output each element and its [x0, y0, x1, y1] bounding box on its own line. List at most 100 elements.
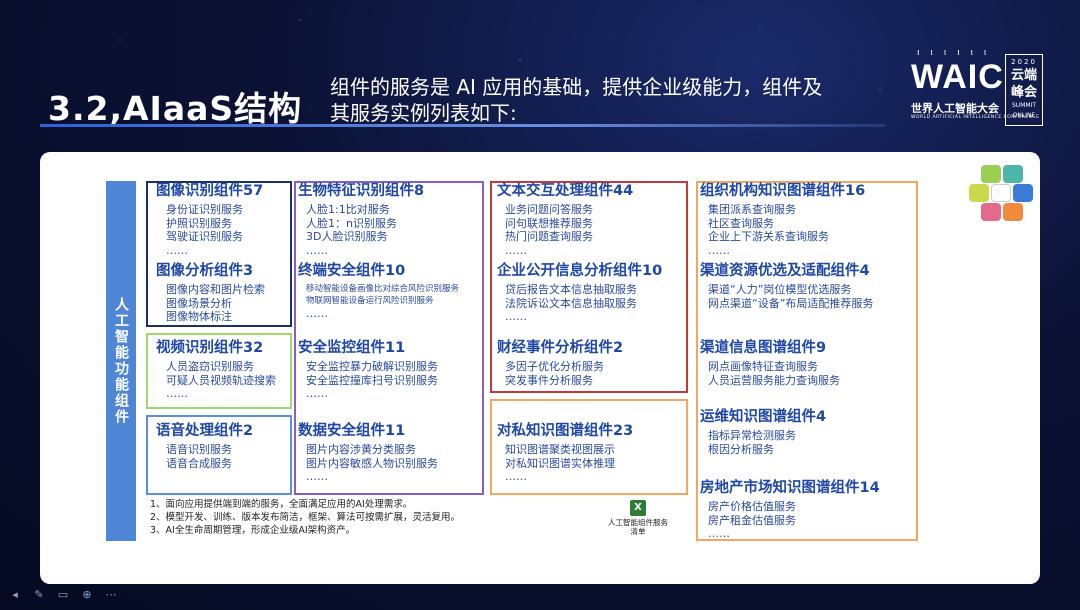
service-item: 身份证识别服务	[166, 203, 243, 216]
hexagon-icon	[1003, 165, 1023, 183]
service-item: 人脸1:1比对服务	[306, 203, 390, 216]
logo-feng: 峰会	[1010, 85, 1037, 100]
zoom-icon[interactable]: ⊕	[80, 588, 94, 602]
component-group: 运维知识图谱组件4 指标异常检测服务 根因分析服务	[700, 408, 826, 456]
hexagon-icon	[1003, 203, 1023, 221]
service-item: 法院诉讼文本信息抽取服务	[505, 296, 637, 310]
component-title: 视频识别组件32	[156, 340, 264, 356]
service-item: 根因分析服务	[708, 442, 774, 456]
service-item: 图片内容敏感人物识别服务	[306, 456, 438, 470]
component-group: 渠道资源优选及适配组件4 渠道“人力”岗位模型优选服务 网点渠道“设备”布局适配…	[700, 262, 873, 310]
component-title: 语音处理组件2	[156, 423, 254, 439]
service-item: 渠道“人力”岗位模型优选服务	[708, 283, 852, 296]
note-item: 1、面向应用提供端到端的服务，全面满足应用的AI处理需求。	[150, 499, 413, 510]
logo-online: ONLINE	[1012, 112, 1036, 119]
logo-waic-text: WAIC	[911, 58, 1004, 96]
service-item: 网点画像特征查询服务	[708, 360, 818, 373]
component-title: 运维知识图谱组件4	[700, 409, 827, 425]
logo-year: 2020	[1011, 58, 1037, 66]
component-group: 文本交互处理组件44 业务问题问答服务 问句联想推荐服务 热门问题查询服务 ……	[497, 182, 633, 257]
service-item: 人员盗窃识别服务	[166, 360, 254, 373]
service-item: 房产价格估值服务	[708, 500, 796, 513]
file-label-line-2: 清单	[630, 527, 646, 536]
embedded-file[interactable]: X 人工智能组件服务 清单	[598, 500, 678, 536]
more-icon[interactable]: ⋯	[104, 588, 118, 602]
service-item: 指标异常检测服务	[708, 429, 796, 442]
service-item: 业务问题问答服务	[505, 203, 593, 216]
service-item: ……	[708, 527, 730, 540]
presentation-toolbar: ◂ ✎ ▭ ⊕ ⋯	[8, 588, 118, 606]
pages-icon[interactable]: ▭	[56, 588, 70, 602]
service-item: 对私知识图谱实体推理	[505, 456, 615, 470]
service-item: 企业上下游关系查询服务	[708, 230, 829, 243]
hexagon-cluster-icon	[955, 163, 1035, 225]
service-item: ……	[306, 387, 328, 400]
service-item: 驾驶证识别服务	[166, 230, 243, 243]
pen-icon[interactable]: ✎	[32, 588, 46, 602]
logo-name-zh: 世界人工智能大会	[911, 102, 999, 115]
hexagon-icon	[981, 165, 1001, 183]
service-item: ……	[306, 307, 328, 320]
service-item: 人员运营服务能力查询服务	[708, 373, 840, 387]
service-item: 网点渠道“设备”布局适配推荐服务	[708, 296, 874, 310]
service-item: 热门问题查询服务	[505, 230, 593, 243]
component-group: 企业公开信息分析组件10 贷后报告文本信息抽取服务 法院诉讼文本信息抽取服务 ……	[497, 262, 662, 324]
component-group: 语音处理组件2 语音识别服务 语音合成服务	[156, 422, 253, 470]
service-item: 移动智能设备画像比对综合风险识别服务	[306, 284, 460, 294]
component-title: 渠道信息图谱组件9	[700, 340, 827, 356]
component-title: 企业公开信息分析组件10	[497, 263, 663, 279]
service-item: ……	[306, 243, 328, 257]
component-group: 图像分析组件3 图像内容和图片检索 图像场景分析 图像物体标注	[156, 262, 265, 324]
service-item: 人脸1：n识别服务	[306, 216, 397, 230]
component-group: 财经事件分析组件2 多因子优化分析服务 突发事件分析服务	[497, 339, 623, 387]
service-item: 图像物体标注	[166, 310, 232, 323]
service-item: ……	[306, 470, 328, 483]
component-group: 生物特征识别组件8 人脸1:1比对服务 人脸1：n识别服务 3D人脸识别服务 ……	[298, 182, 424, 257]
service-item: 语音识别服务	[166, 443, 232, 456]
hexagon-icon	[1013, 184, 1033, 202]
component-title: 渠道资源优选及适配组件4	[700, 263, 870, 279]
component-title: 组织机构知识图谱组件16	[700, 183, 866, 199]
logo-summit: SUMMIT	[1012, 102, 1036, 109]
notes-list: 1、面向应用提供端到端的服务，全面满足应用的AI处理需求。 2、模型开发、训练、…	[150, 498, 530, 537]
component-title: 生物特征识别组件8	[298, 183, 425, 199]
excel-file-icon: X	[630, 500, 646, 516]
component-title: 对私知识图谱组件23	[497, 423, 634, 439]
service-item: 3D人脸识别服务	[306, 230, 388, 243]
service-item: 安全监控暴力破解识别服务	[306, 360, 438, 373]
subtitle-line-1: 组件的服务是 AI 应用的基础，提供企业级能力，组件及	[330, 75, 823, 99]
back-arrow-icon[interactable]: ◂	[8, 588, 22, 602]
waic-logo: ı ı ı ı ı ı WAIC 世界人工智能大会 WORLD ARTIFICI…	[905, 40, 1045, 130]
service-item: 图像内容和图片检索	[166, 283, 265, 296]
component-group: 组织机构知识图谱组件16 集团派系查询服务 社区查询服务 企业上下游关系查询服务…	[700, 182, 865, 257]
service-item: 可疑人员视频轨迹搜索	[166, 373, 276, 387]
component-group: 安全监控组件11 安全监控暴力破解识别服务 安全监控撞库扫号识别服务 ……	[298, 339, 438, 401]
service-item: ……	[505, 470, 527, 483]
component-title: 文本交互处理组件44	[497, 183, 634, 199]
service-item: 语音合成服务	[166, 456, 232, 470]
component-title: 房地产市场知识图谱组件14	[700, 480, 880, 496]
component-group: 视频识别组件32 人员盗窃识别服务 可疑人员视频轨迹搜索 ……	[156, 339, 276, 401]
service-item: 安全监控撞库扫号识别服务	[306, 373, 438, 387]
service-item: 多因子优化分析服务	[505, 360, 604, 373]
component-title: 图像分析组件3	[156, 263, 254, 279]
subtitle-line-2: 其服务实例列表如下:	[330, 101, 517, 125]
component-title: 财经事件分析组件2	[497, 340, 624, 356]
hexagon-icon	[981, 203, 1001, 221]
service-item: ……	[166, 387, 188, 400]
component-title: 数据安全组件11	[298, 423, 406, 439]
component-group: 渠道信息图谱组件9 网点画像特征查询服务 人员运营服务能力查询服务	[700, 339, 840, 387]
component-title: 终端安全组件10	[298, 263, 406, 279]
note-item: 2、模型开发、训练、版本发布简洁，框架、算法可按需扩展，灵活复用。	[150, 512, 461, 523]
service-item: 图片内容涉黄分类服务	[306, 443, 416, 456]
service-item: 问句联想推荐服务	[505, 216, 593, 230]
logo-dots-icon: ı ı ı ı ı ı	[917, 48, 991, 58]
file-label-line-1: 人工智能组件服务	[608, 518, 668, 527]
slide-title: 3.2,AIaaS结构	[48, 89, 303, 128]
service-item: 护照识别服务	[166, 216, 232, 230]
component-title: 图像识别组件57	[156, 183, 264, 199]
service-item: ……	[166, 243, 188, 257]
service-item: ……	[505, 243, 527, 257]
side-label-bar: 人工智能功能组件	[106, 181, 136, 541]
component-group: 房地产市场知识图谱组件14 房产价格估值服务 房产租金估值服务 ……	[700, 479, 880, 541]
